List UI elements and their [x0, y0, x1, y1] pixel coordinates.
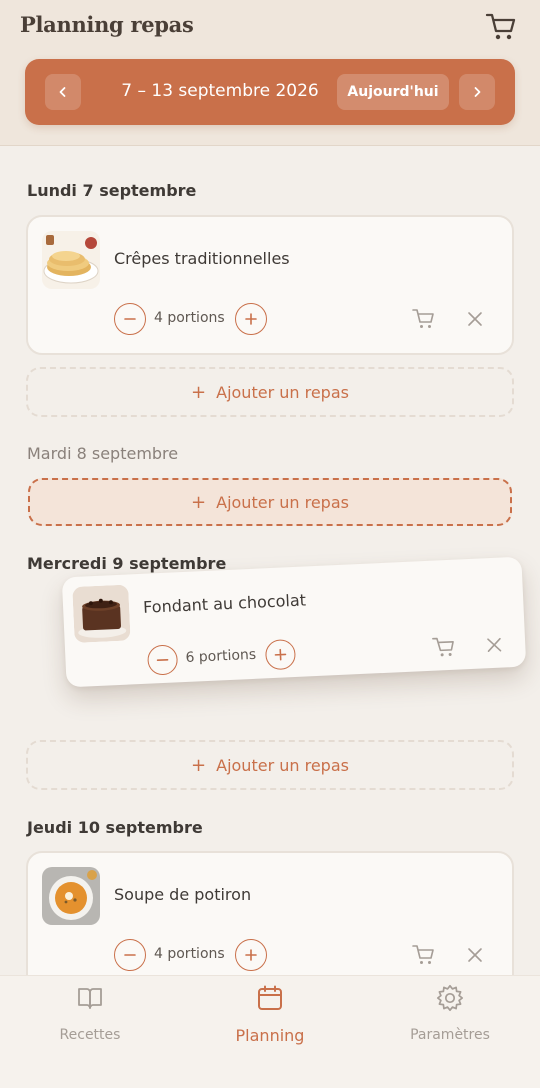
cart-icon — [412, 309, 434, 328]
recipe-thumbnail — [42, 867, 100, 925]
decrease-portions-button[interactable] — [114, 303, 146, 335]
recipe-thumbnail — [72, 584, 131, 643]
pumpkin-soup-image — [42, 867, 100, 925]
plus-icon — [274, 648, 287, 661]
day-title-tuesday: Mardi 8 septembre — [27, 444, 179, 463]
add-meal-button-monday[interactable]: + Ajouter un repas — [26, 367, 514, 417]
week-selector: 7 – 13 septembre 2026 Aujourd'hui — [25, 59, 515, 125]
increase-portions-button[interactable] — [235, 939, 267, 971]
app-title: Planning repas — [20, 12, 194, 37]
add-meal-label: Ajouter un repas — [216, 755, 349, 775]
day-title-monday: Lundi 7 septembre — [27, 181, 197, 200]
plus-icon: + — [191, 754, 207, 776]
increase-portions-button[interactable] — [235, 303, 267, 335]
remove-meal-button[interactable] — [483, 633, 506, 656]
minus-icon — [124, 954, 136, 956]
nav-item-planning[interactable]: Planning — [200, 984, 340, 1054]
week-range-label: 7 – 13 septembre 2026 — [121, 81, 319, 101]
increase-portions-button[interactable] — [264, 638, 297, 671]
minus-icon — [124, 318, 136, 320]
chevron-right-icon — [474, 87, 481, 97]
gear-icon — [436, 984, 464, 1012]
chevron-left-icon — [59, 87, 66, 97]
book-icon — [78, 988, 102, 1009]
portions-count: 4 portions — [154, 310, 225, 326]
nav-label: Planning — [235, 1026, 305, 1045]
shopping-cart-button[interactable] — [484, 10, 518, 42]
nav-label: Recettes — [59, 1027, 121, 1043]
meal-card-pumpkin-soup[interactable]: Soupe de potiron 4 portions — [26, 851, 514, 991]
next-week-button[interactable] — [459, 74, 495, 110]
cart-icon — [485, 13, 516, 40]
close-icon — [468, 312, 482, 326]
add-meal-label: Ajouter un repas — [216, 382, 349, 402]
calendar-icon — [258, 985, 282, 1010]
meal-card-crepes[interactable]: Crêpes traditionnelles 4 portions — [26, 215, 514, 355]
cart-icon — [432, 637, 454, 657]
add-meal-button-wednesday[interactable]: + Ajouter un repas — [26, 740, 514, 790]
add-meal-button-tuesday[interactable]: + Ajouter un repas — [28, 478, 512, 526]
cart-icon — [412, 945, 434, 964]
today-button[interactable]: Aujourd'hui — [337, 74, 449, 110]
plus-icon — [245, 313, 257, 325]
recipe-thumbnail — [42, 231, 100, 289]
remove-meal-button[interactable] — [464, 308, 486, 330]
meal-name: Soupe de potiron — [114, 885, 252, 904]
add-to-cart-button[interactable] — [411, 306, 437, 332]
portions-count: 6 portions — [185, 646, 257, 666]
close-icon — [468, 948, 482, 962]
close-icon — [487, 637, 502, 653]
decrease-portions-button[interactable] — [146, 644, 179, 676]
crepes-image — [42, 231, 100, 289]
day-title-wednesday: Mercredi 9 septembre — [27, 554, 227, 573]
meal-name: Fondant au chocolat — [142, 590, 307, 617]
header: Planning repas 7 – 13 septembre 2026 Auj… — [0, 0, 540, 146]
add-to-cart-button[interactable] — [411, 942, 437, 968]
nav-item-parametres[interactable]: Paramètres — [380, 984, 520, 1054]
plus-icon: + — [191, 491, 207, 513]
add-to-cart-button[interactable] — [431, 634, 458, 661]
bottom-navigation: Recettes Planning Paramètres — [0, 975, 540, 1088]
plus-icon — [245, 949, 257, 961]
day-title-thursday: Jeudi 10 septembre — [27, 818, 203, 837]
nav-label: Paramètres — [410, 1027, 490, 1043]
plus-icon: + — [191, 381, 207, 403]
portions-count: 4 portions — [154, 946, 225, 962]
nav-item-recettes[interactable]: Recettes — [20, 984, 160, 1054]
previous-week-button[interactable] — [45, 74, 81, 110]
minus-icon — [156, 658, 169, 662]
add-meal-label: Ajouter un repas — [216, 492, 349, 512]
meal-name: Crêpes traditionnelles — [114, 249, 290, 268]
dragged-meal-card-chocolate[interactable]: Fondant au chocolat 6 portions — [61, 556, 527, 688]
chocolate-cake-image — [72, 584, 131, 643]
remove-meal-button[interactable] — [464, 944, 486, 966]
decrease-portions-button[interactable] — [114, 939, 146, 971]
